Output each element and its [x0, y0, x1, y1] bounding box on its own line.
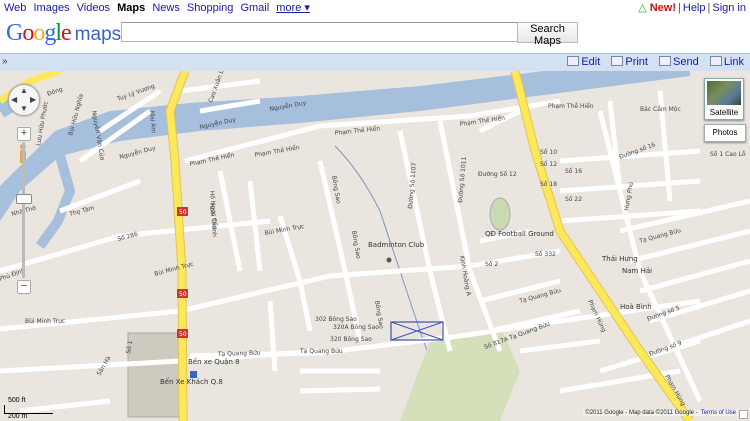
street-label: Số 18: [540, 181, 557, 188]
street-label: Số 12: [540, 161, 557, 168]
poi-label: Badminton Club: [368, 241, 425, 249]
logo-letter-o2: o: [33, 20, 45, 46]
football-ground: [489, 197, 511, 231]
sign-in-link[interactable]: Sign in: [712, 2, 746, 14]
zoom-slider-track[interactable]: [22, 142, 25, 278]
map-toolbar: » Edit Print Send Link: [0, 53, 750, 72]
link-label: Link: [723, 56, 744, 68]
logo-letter-e: e: [61, 20, 72, 46]
satellite-view-button[interactable]: Satellite: [704, 78, 744, 120]
highway-shield-label: 50: [179, 331, 187, 338]
print-icon: [611, 56, 624, 66]
zoom-in-button[interactable]: +: [17, 127, 31, 141]
google-maps-logo[interactable]: Google maps: [6, 20, 121, 47]
bus-station-icon[interactable]: [190, 371, 197, 378]
satellite-label: Satellite: [709, 108, 739, 117]
nav-link-web[interactable]: Web: [4, 2, 26, 14]
map-navigation-control: ▲ ▼ ◀ ▶ + −: [8, 84, 42, 304]
zoom-out-button[interactable]: −: [17, 280, 31, 294]
link-icon: [709, 56, 722, 66]
separator: |: [707, 2, 711, 14]
search-maps-button[interactable]: Search Maps: [517, 22, 578, 47]
mail-icon: [659, 56, 672, 66]
print-button[interactable]: Print: [611, 56, 648, 68]
nav-more-menu[interactable]: more ▾: [276, 2, 310, 14]
highway-shield-label: 50: [179, 291, 187, 298]
photos-button[interactable]: Photos: [704, 124, 746, 142]
poi-label: Thái Hưng: [601, 255, 638, 263]
poi-label: Bến xe Quận 8: [188, 358, 240, 366]
satellite-thumbnail: [707, 81, 741, 105]
search-header: Google maps Search Maps: [0, 16, 750, 52]
map-copyright: ©2011 Google - Map data ©2011 Google - Te…: [583, 410, 738, 416]
street-label: Số 332: [535, 251, 556, 258]
street-label: Bác Cầm Mộc: [640, 105, 681, 113]
street-label: Bùi Minh Trực: [25, 318, 65, 325]
street-label: Tạ Quang Bửu: [299, 348, 343, 355]
map-tiles[interactable]: 50 50 50 Bùi Hữu Nghĩa Phạm Thế Hiển Phạ…: [0, 71, 750, 421]
logo-maps-text: maps: [74, 24, 122, 45]
edit-button[interactable]: Edit: [567, 56, 600, 68]
pan-right-icon[interactable]: ▶: [30, 96, 36, 104]
overview-map-toggle[interactable]: [739, 410, 748, 419]
street-label: Số 22: [565, 196, 582, 203]
separator: |: [678, 2, 681, 14]
highway-shield-label: 50: [179, 209, 187, 216]
street-label: Số 2: [485, 261, 498, 268]
google-products-nav: Web Images Videos Maps News Shopping Gma…: [4, 1, 314, 15]
street-label: 320A Bông Sao: [333, 324, 379, 331]
logo-letter-g2: g: [44, 20, 56, 46]
link-button[interactable]: Link: [709, 56, 744, 68]
nav-link-maps[interactable]: Maps: [117, 2, 145, 14]
collapse-panel-icon[interactable]: »: [2, 56, 8, 67]
street-label: 302 Bông Sao: [315, 316, 357, 323]
print-label: Print: [625, 56, 648, 68]
terms-of-use-link[interactable]: Terms of Use: [701, 410, 736, 416]
street-label: Số 1 Cao Lỗ: [710, 151, 746, 158]
logo-letter-o1: o: [22, 20, 34, 46]
badminton-icon[interactable]: [386, 257, 392, 263]
account-links: △ New! | Help | Sign in: [638, 1, 746, 15]
scale-feet: 500 ft: [8, 397, 26, 404]
nav-link-images[interactable]: Images: [33, 2, 69, 14]
edit-label: Edit: [581, 56, 601, 68]
nav-link-gmail[interactable]: Gmail: [240, 2, 269, 14]
pan-left-icon[interactable]: ◀: [11, 96, 17, 104]
pan-down-icon[interactable]: ▼: [20, 105, 28, 113]
logo-letter-g: G: [6, 20, 23, 46]
nav-link-videos[interactable]: Videos: [77, 2, 110, 14]
street-label: 320 Bông Sao: [330, 336, 372, 343]
copyright-text: ©2011 Google - Map data ©2011 Google -: [585, 410, 698, 416]
scale-meters: 200 m: [8, 413, 28, 420]
poi-label: Nam Hải: [622, 267, 652, 275]
zoom-slider-thumb[interactable]: [16, 194, 32, 204]
search-input[interactable]: [121, 22, 521, 42]
nav-link-shopping[interactable]: Shopping: [187, 2, 234, 14]
poi-label: QĐ Football Ground: [485, 230, 554, 238]
street-label: Số 10: [540, 149, 557, 156]
new-flask-icon: △: [638, 2, 647, 14]
poi-label: Hoà Bình: [620, 303, 652, 311]
street-label: Phạm Thế Hiển: [548, 103, 594, 110]
street-label: Đường Số 12: [478, 171, 517, 178]
poi-label: Bến Xe Khách Q.8: [160, 378, 223, 386]
new-link[interactable]: New!: [650, 2, 676, 14]
street-label: Số 16: [565, 168, 582, 175]
help-link[interactable]: Help: [683, 2, 706, 14]
send-button[interactable]: Send: [659, 56, 699, 68]
bus-station-area: [127, 332, 184, 418]
top-navigation-bar: Web Images Videos Maps News Shopping Gma…: [0, 0, 750, 16]
send-label: Send: [673, 56, 699, 68]
pan-control[interactable]: ▲ ▼ ◀ ▶: [8, 84, 40, 116]
map-canvas[interactable]: 50 50 50 Bùi Hữu Nghĩa Phạm Thế Hiển Phạ…: [0, 71, 750, 421]
nav-link-news[interactable]: News: [152, 2, 180, 14]
map-tools: Edit Print Send Link: [559, 56, 744, 68]
edit-icon: [567, 56, 580, 66]
pan-up-icon[interactable]: ▲: [20, 87, 28, 95]
